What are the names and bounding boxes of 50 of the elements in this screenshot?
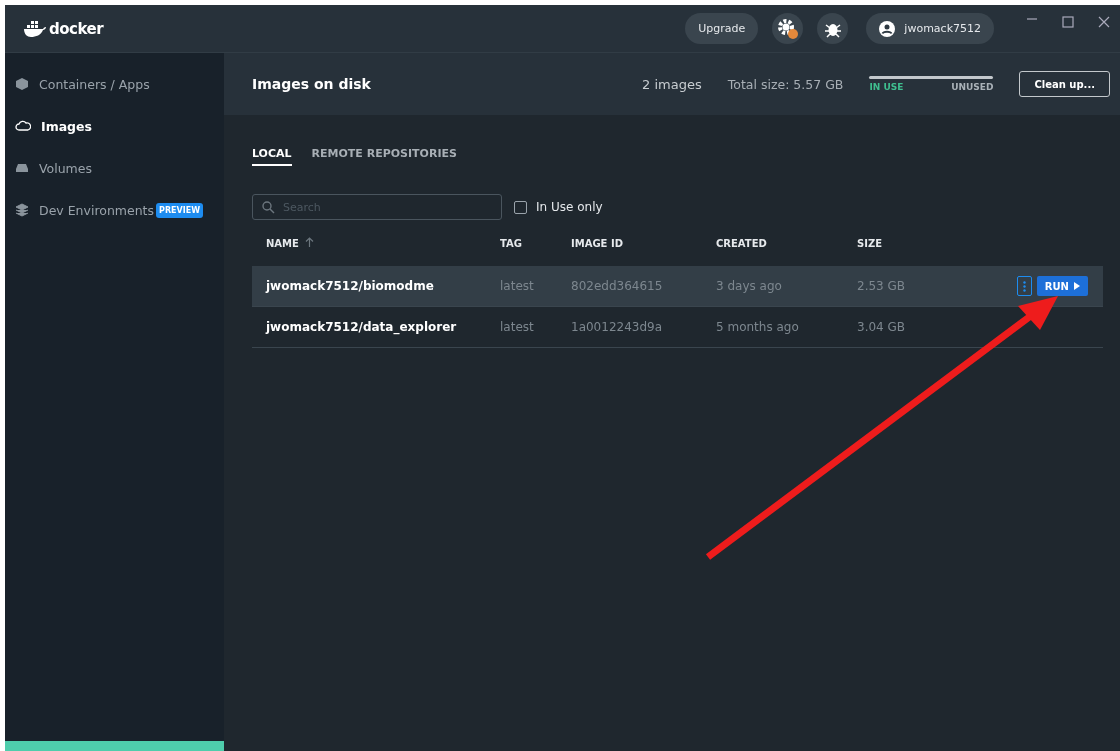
gear-icon bbox=[776, 17, 799, 40]
table-cell-text: 1a0012243d9a bbox=[571, 320, 664, 334]
sidebar-item[interactable]: Images bbox=[5, 105, 224, 147]
column-header[interactable]: NAME bbox=[266, 237, 500, 249]
kebab-icon bbox=[1022, 280, 1026, 292]
upgrade-button[interactable]: Upgrade bbox=[685, 13, 759, 44]
tab[interactable]: REMOTE REPOSITORIES bbox=[311, 147, 457, 166]
column-header[interactable]: CREATED bbox=[716, 237, 857, 249]
play-icon bbox=[1074, 282, 1080, 290]
table-cell-text: 2.53 GB bbox=[857, 279, 907, 293]
in-use-label: IN USE bbox=[869, 82, 904, 92]
column-header[interactable]: TAG bbox=[500, 237, 571, 249]
table-cell-text: 3.04 GB bbox=[857, 320, 907, 334]
settings-button[interactable] bbox=[772, 13, 804, 44]
sort-up-icon bbox=[304, 237, 314, 247]
table-cell-text: jwomack7512/data_explorer bbox=[266, 320, 458, 334]
run-button[interactable]: RUN bbox=[1036, 276, 1088, 296]
preview-badge: PREVIEW bbox=[156, 202, 203, 218]
column-header[interactable]: IMAGE ID bbox=[571, 237, 716, 249]
clean-up-button[interactable]: Clean up... bbox=[1019, 71, 1110, 97]
close-icon[interactable] bbox=[1098, 16, 1110, 28]
maximize-icon[interactable] bbox=[1062, 16, 1074, 28]
app-logo-text: docker bbox=[49, 19, 104, 38]
account-button[interactable]: jwomack7512 bbox=[866, 13, 994, 44]
table-cell-text: 5 months ago bbox=[716, 320, 800, 334]
image-count: 2 images bbox=[642, 76, 702, 92]
bug-report-button[interactable] bbox=[817, 13, 849, 44]
unused-label: UNUSED bbox=[951, 82, 994, 92]
layers-icon bbox=[15, 203, 29, 217]
whale-icon bbox=[23, 19, 47, 38]
sidebar-item[interactable]: Volumes bbox=[5, 147, 224, 189]
cube-icon bbox=[15, 77, 29, 91]
checkbox-label: In Use only bbox=[536, 200, 603, 214]
cloud-icon bbox=[15, 120, 31, 132]
column-header[interactable]: SIZE bbox=[857, 237, 957, 249]
sidebar-item[interactable]: Containers / Apps bbox=[5, 63, 224, 105]
table-cell-text: 3 days ago bbox=[716, 279, 783, 293]
table-row[interactable]: jwomack7512/biomodme latest 802edd364615 3 days ago 2.53 GB RUN bbox=[252, 266, 1103, 307]
checkbox[interactable] bbox=[514, 200, 527, 214]
total-size: Total size: 5.57 GB bbox=[727, 76, 844, 92]
table-cell-text: jwomack7512/biomodme bbox=[266, 279, 435, 293]
more-options-button[interactable] bbox=[1016, 276, 1032, 296]
sidebar-item[interactable]: Dev Environments PREVIEW bbox=[5, 189, 224, 231]
user-icon bbox=[879, 20, 896, 37]
page-title: Images on disk bbox=[252, 76, 371, 92]
search-icon bbox=[262, 201, 275, 214]
table-cell-text: latest bbox=[500, 320, 535, 334]
table-cell-text: 802edd364615 bbox=[571, 279, 664, 293]
table-cell-text: latest bbox=[500, 279, 535, 293]
tab[interactable]: LOCAL bbox=[252, 147, 292, 166]
